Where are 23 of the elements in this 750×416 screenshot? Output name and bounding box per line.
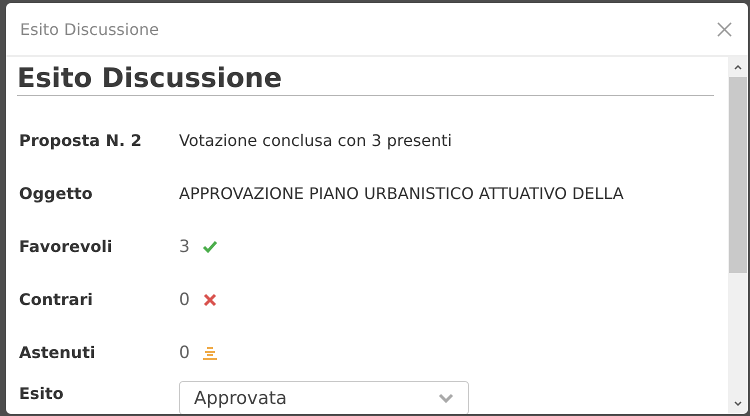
field-label: Proposta N. 2	[18, 131, 143, 150]
scrollbar[interactable]	[728, 57, 748, 414]
field-label: Esito	[18, 384, 65, 403]
vote-count: 3	[179, 236, 190, 256]
field-value: APPROVAZIONE PIANO URBANISTICO ATTUATIVO DELLA	[179, 184, 624, 203]
vote-count: 0	[179, 342, 190, 362]
chevron-down-icon	[438, 393, 454, 403]
check-icon	[202, 238, 218, 254]
scroll-up-icon[interactable]	[733, 63, 743, 71]
section-heading: Esito Discussione	[17, 63, 714, 96]
field-label: Contrari	[18, 290, 94, 309]
abstain-icon	[202, 344, 218, 360]
close-icon[interactable]	[717, 22, 732, 36]
cross-icon	[202, 292, 218, 308]
field-label: Oggetto	[18, 184, 94, 203]
scroll-down-icon[interactable]	[733, 400, 743, 408]
scrollbar-thumb[interactable]	[729, 77, 747, 273]
dialog-title: Esito Discussione	[20, 20, 159, 38]
field-label: Favorevoli	[18, 237, 114, 256]
vote-count: 0	[179, 290, 190, 310]
outcome-dropdown[interactable]: Approvata	[179, 381, 469, 414]
field-label: Astenuti	[18, 343, 96, 362]
field-value: Votazione conclusa con 3 presenti	[179, 131, 452, 150]
